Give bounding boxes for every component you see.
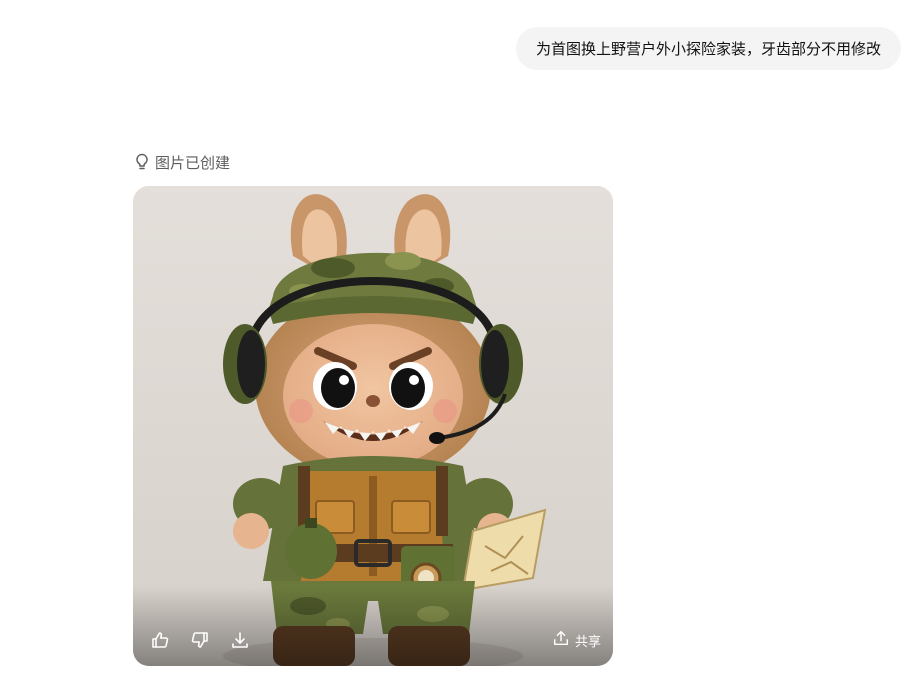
share-button[interactable]: 共享 (552, 625, 601, 655)
user-message-text: 为首图换上野营户外小探险家装，牙齿部分不用修改 (535, 40, 881, 58)
like-button[interactable] (145, 625, 175, 655)
user-message-bubble: 为首图换上野营户外小探险家装，牙齿部分不用修改 (515, 27, 901, 70)
thumbs-down-icon (190, 630, 210, 650)
chat-page: 为首图换上野营户外小探险家装，牙齿部分不用修改 图片已创建 共享 (0, 0, 916, 681)
dislike-button[interactable] (185, 625, 215, 655)
image-created-status: 图片已创建 (134, 151, 230, 173)
share-label: 共享 (574, 634, 601, 650)
download-icon (230, 630, 250, 650)
share-icon (552, 629, 570, 651)
thumbs-up-icon (150, 630, 170, 650)
download-button[interactable] (225, 625, 255, 655)
status-label: 图片已创建 (155, 153, 231, 172)
lightbulb-icon (134, 153, 150, 171)
image-action-bar: 共享 (133, 614, 613, 666)
generated-image-card[interactable]: 共享 (133, 186, 613, 666)
